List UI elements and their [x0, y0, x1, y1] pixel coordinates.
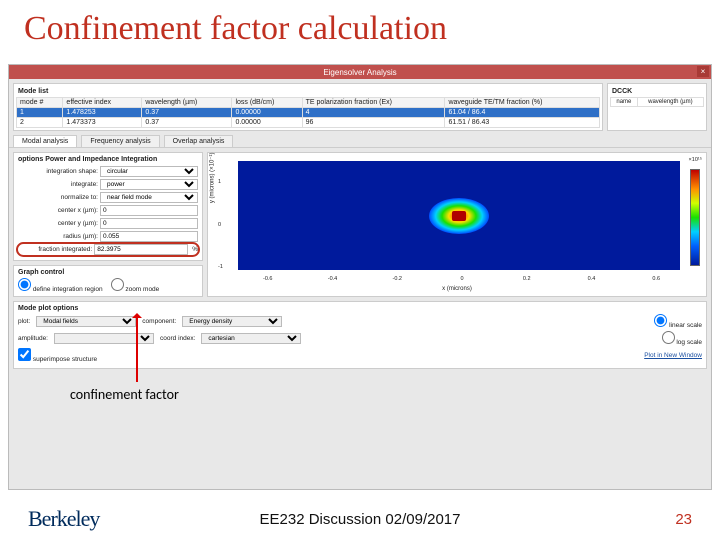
amplitude-select[interactable]	[54, 333, 154, 344]
superimpose-check[interactable]: superimpose structure	[18, 348, 97, 363]
tab-frequency-analysis[interactable]: Frequency analysis	[81, 135, 159, 147]
log-scale-radio[interactable]: log scale	[662, 331, 702, 346]
zoom-mode-radio[interactable]: zoom mode	[111, 286, 160, 293]
xtick: -0.2	[392, 276, 401, 282]
center-x-field[interactable]	[100, 205, 198, 216]
logo-text: Berkeley	[28, 506, 99, 532]
col-mode: mode #	[17, 98, 63, 108]
colorbar	[690, 169, 700, 266]
fraction-field[interactable]	[94, 244, 188, 255]
component-label: component:	[142, 318, 176, 325]
deck-col-wl: wavelength (µm)	[637, 98, 703, 107]
annotation-text: confinement factor	[70, 386, 179, 403]
mode-table[interactable]: mode # effective index wavelength (µm) l…	[16, 97, 600, 128]
mode-list-panel: Mode list mode # effective index wavelen…	[13, 83, 603, 131]
berkeley-logo: Berkeley	[28, 506, 99, 532]
footer-center: EE232 Discussion 02/09/2017	[260, 511, 461, 528]
normalize-select[interactable]: near field mode	[100, 192, 198, 203]
close-icon[interactable]: ×	[697, 66, 709, 77]
deck-header: DCCK	[610, 86, 704, 97]
integration-shape-label: integration shape:	[18, 168, 98, 175]
ytick: 1	[218, 179, 221, 185]
center-y-field[interactable]	[100, 218, 198, 229]
app-window: Eigensolver Analysis × Mode list mode # …	[8, 64, 712, 490]
mode-plot[interactable]: ×10¹⁵ y (microns) (×10⁻¹) x (microns) -0…	[207, 152, 707, 297]
table-row[interactable]: 2 1.473373 0.37 0.00000 96 61.51 / 86.43	[17, 118, 600, 128]
integrate-select[interactable]: power	[100, 179, 198, 190]
ytick: -1	[218, 264, 223, 270]
fraction-label: fraction integrated:	[18, 246, 92, 253]
x-axis-label: x (microns)	[442, 286, 472, 292]
col-neff: effective index	[63, 98, 142, 108]
xtick: 0.6	[652, 276, 660, 282]
center-x-label: center x (µm):	[18, 207, 98, 214]
table-row[interactable]: 1 1.478253 0.37 0.00000 4 61.04 / 86.4	[17, 108, 600, 118]
define-region-radio[interactable]: define integration region	[18, 286, 103, 293]
ytick: 0	[218, 222, 221, 228]
fraction-unit: %	[192, 246, 198, 253]
annotation-arrow	[136, 314, 138, 382]
slide-footer: Berkeley EE232 Discussion 02/09/2017 23	[0, 498, 720, 540]
window-title: Eigensolver Analysis	[323, 68, 396, 77]
options-panel: options Power and Impedance Integration …	[13, 152, 203, 297]
plot-canvas	[238, 161, 680, 270]
y-axis-label: y (microns) (×10⁻¹)	[209, 152, 216, 203]
xtick: 0.4	[588, 276, 596, 282]
plot-label: plot:	[18, 318, 30, 325]
xtick: -0.4	[328, 276, 337, 282]
deck-col-name: name	[611, 98, 638, 107]
tab-overlap-analysis[interactable]: Overlap analysis	[164, 135, 234, 147]
graph-control-title: Graph control	[18, 269, 198, 276]
integrate-label: integrate:	[18, 181, 98, 188]
mode-list-header: Mode list	[16, 86, 600, 97]
normalize-label: normalize to:	[18, 194, 98, 201]
slide-title: Confinement factor calculation	[0, 0, 720, 56]
coord-select[interactable]: cartesian	[201, 333, 301, 344]
options-title: options Power and Impedance Integration	[18, 156, 198, 163]
center-y-label: center y (µm):	[18, 220, 98, 227]
col-wl: wavelength (µm)	[142, 98, 232, 108]
amplitude-label: amplitude:	[18, 335, 48, 342]
col-tepol: TE polarization fraction (Ex)	[302, 98, 445, 108]
xtick: -0.6	[263, 276, 272, 282]
tab-modal-analysis[interactable]: Modal analysis	[13, 135, 77, 147]
xtick: 0	[460, 276, 463, 282]
col-tetm: waveguide TE/TM fraction (%)	[445, 98, 600, 108]
mode-field-core	[452, 211, 466, 221]
tab-strip: Modal analysis Frequency analysis Overla…	[9, 135, 711, 148]
linear-scale-radio[interactable]: linear scale	[654, 314, 702, 329]
plot-select[interactable]: Modal fields	[36, 316, 136, 327]
col-loss: loss (dB/cm)	[232, 98, 302, 108]
component-select[interactable]: Energy density	[182, 316, 282, 327]
plot-new-window-link[interactable]: Plot in New Window	[644, 352, 702, 359]
deck-panel: DCCK name wavelength (µm)	[607, 83, 707, 131]
integration-shape-select[interactable]: circular	[100, 166, 198, 177]
coord-label: coord index:	[160, 335, 195, 342]
colorbar-exp: ×10¹⁵	[689, 157, 702, 163]
radius-label: radius (µm):	[18, 233, 98, 240]
xtick: 0.2	[523, 276, 531, 282]
titlebar: Eigensolver Analysis ×	[9, 65, 711, 79]
mode-opts-title: Mode plot options	[18, 305, 702, 312]
mode-plot-options: Mode plot options plot: Modal fields com…	[13, 301, 707, 369]
page-number: 23	[675, 511, 692, 528]
radius-field[interactable]	[100, 231, 198, 242]
